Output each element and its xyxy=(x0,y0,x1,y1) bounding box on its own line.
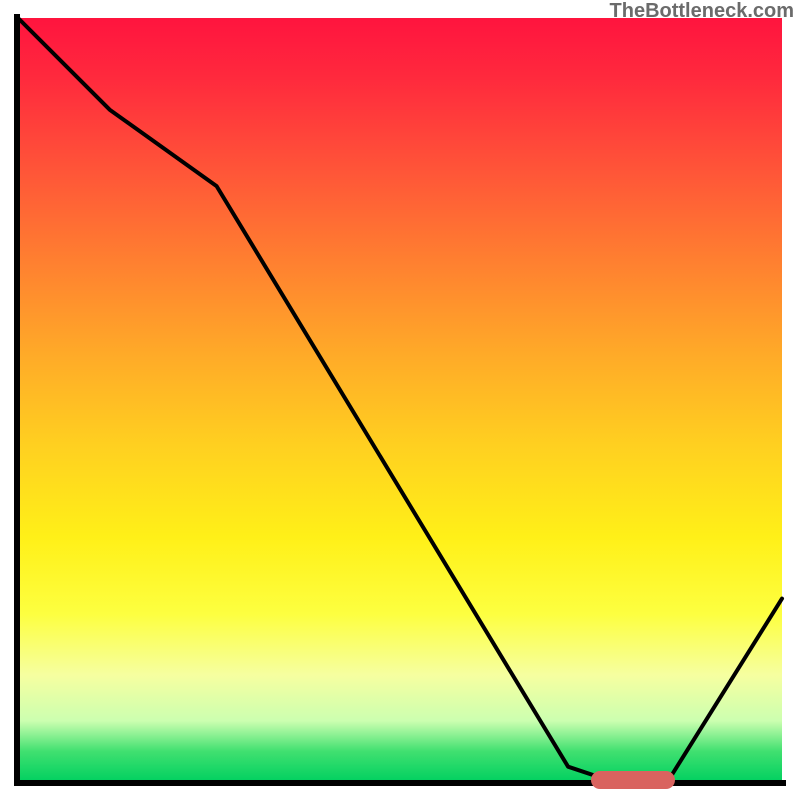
chart-gradient-background xyxy=(18,18,782,782)
bottleneck-chart: TheBottleneck.com xyxy=(0,0,800,800)
optimal-range-marker xyxy=(591,771,675,789)
watermark-text: TheBottleneck.com xyxy=(610,0,794,23)
y-axis xyxy=(14,14,20,786)
